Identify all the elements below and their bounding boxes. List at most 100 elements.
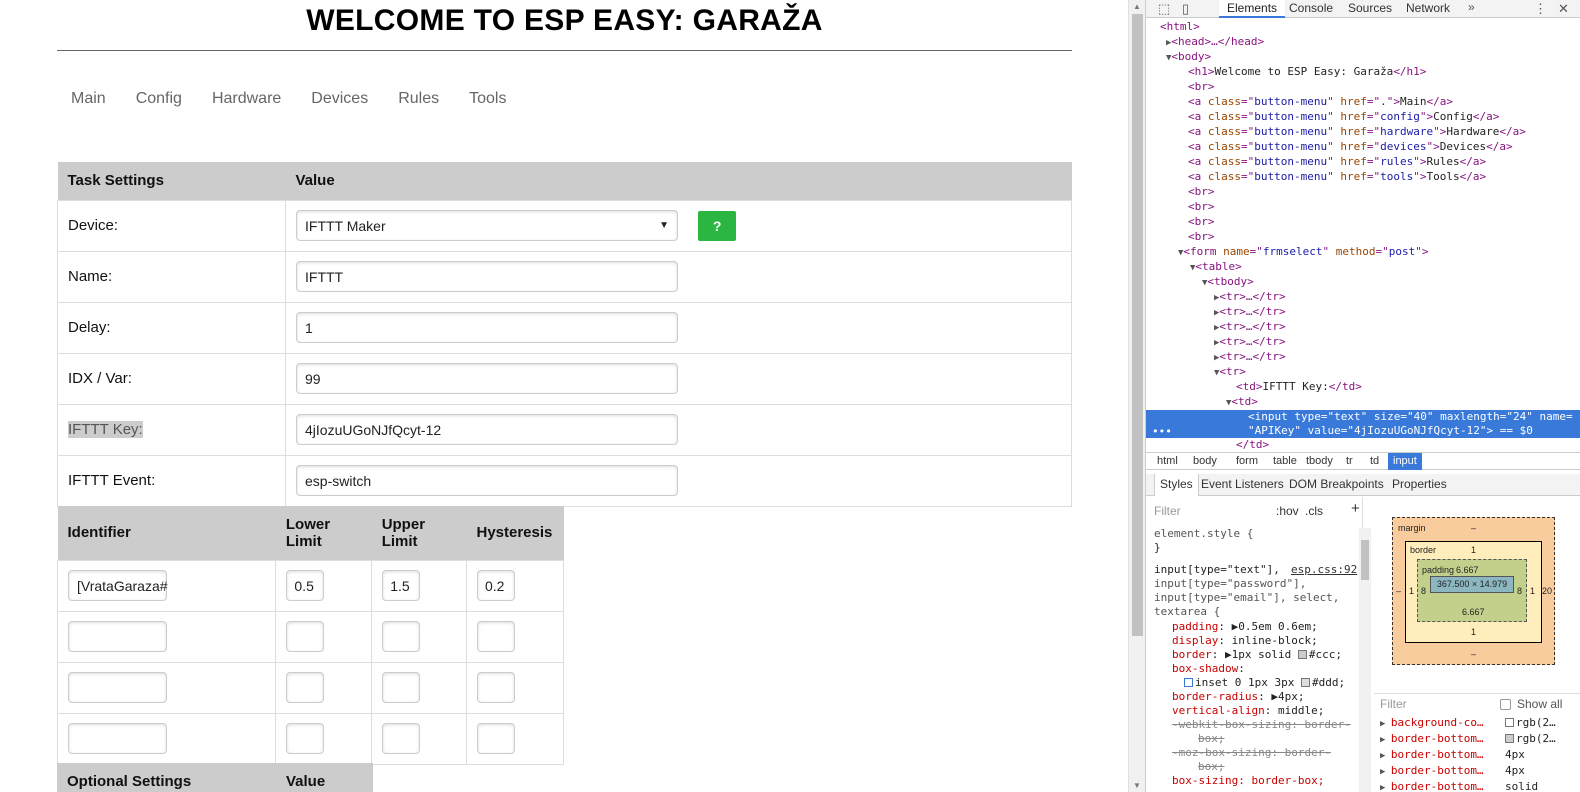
identifier-input[interactable]: [VrataGaraza# — [68, 570, 168, 601]
box-model-content[interactable]: 367.500 × 14.979 — [1430, 576, 1514, 593]
style-property-overridden[interactable]: -moz-box-sizing: border- — [1172, 746, 1331, 760]
hysteresis-input[interactable] — [476, 672, 515, 703]
nav-tools[interactable]: Tools — [455, 88, 520, 110]
nav-hardware[interactable]: Hardware — [198, 88, 295, 110]
inspect-element-icon[interactable]: ⬚ — [1158, 1, 1170, 17]
dom-node-h1[interactable]: <h1>Welcome to ESP Easy: Garaža</h1> — [1146, 65, 1580, 80]
delay-input[interactable]: 1 — [296, 312, 678, 343]
device-select[interactable]: IFTTT Maker ▼ — [296, 210, 678, 241]
lower-limit-input[interactable] — [286, 672, 325, 703]
style-property[interactable]: display: inline-block; — [1172, 634, 1318, 648]
device-toggle-icon[interactable]: ▯ — [1182, 1, 1189, 17]
identifier-input[interactable] — [68, 723, 167, 754]
dom-node-menu-link[interactable]: <a class="button-menu" href="devices">De… — [1146, 140, 1580, 155]
dom-node-tr[interactable]: ▶<tr>…</tr> — [1146, 305, 1580, 320]
hover-state-toggle[interactable]: :hov — [1276, 504, 1299, 518]
dom-node-tr[interactable]: ▼<tr> — [1146, 365, 1580, 380]
upper-limit-input[interactable] — [382, 723, 421, 754]
breadcrumb-input[interactable]: input — [1388, 453, 1422, 470]
hysteresis-input[interactable]: 0.2 — [476, 570, 515, 601]
margin-left-value[interactable]: – — [1396, 586, 1401, 596]
add-rule-icon[interactable]: + — [1351, 500, 1360, 517]
computed-property[interactable]: ▶ border-bottom… 4px — [1380, 764, 1525, 779]
identifier-input[interactable] — [68, 672, 167, 703]
lower-limit-input[interactable] — [286, 723, 325, 754]
page-scrollbar[interactable]: ▲ ▼ — [1128, 0, 1145, 792]
upper-limit-input[interactable]: 1.5 — [382, 570, 421, 601]
dom-node-br[interactable]: <br> — [1146, 215, 1580, 230]
dom-node-head[interactable]: ▶<head>…</head> — [1146, 35, 1580, 50]
computed-property[interactable]: ▶ border-bottom… solid — [1380, 780, 1538, 792]
tab-sources[interactable]: Sources — [1340, 0, 1400, 18]
style-property[interactable]: border: ▶1px solid #ccc; — [1172, 648, 1342, 662]
identifier-input[interactable] — [68, 621, 167, 652]
computed-property[interactable]: ▶ background-co… rgb(2… — [1380, 716, 1556, 731]
nav-devices[interactable]: Devices — [297, 88, 382, 110]
dom-node-tr[interactable]: ▶<tr>…</tr> — [1146, 320, 1580, 335]
margin-bottom-value[interactable]: – — [1471, 649, 1476, 659]
hysteresis-input[interactable] — [476, 621, 515, 652]
breadcrumb-form[interactable]: form — [1231, 453, 1263, 470]
scroll-down-icon[interactable]: ▼ — [1133, 781, 1141, 790]
computed-property[interactable]: ▶ border-bottom… rgb(2… — [1380, 732, 1556, 747]
color-swatch[interactable] — [1300, 678, 1310, 687]
styles-scrollbar[interactable] — [1359, 528, 1371, 792]
dom-node-tbody[interactable]: ▼<tbody> — [1146, 275, 1580, 290]
dom-node-td[interactable]: <td>IFTTT Key:</td> — [1146, 380, 1580, 395]
tab-elements[interactable]: Elements — [1219, 0, 1286, 18]
style-property[interactable]: box-sizing: border-box; — [1172, 774, 1324, 788]
dom-node-tr[interactable]: ▶<tr>…</tr> — [1146, 335, 1580, 350]
shadow-editor-icon[interactable] — [1184, 678, 1193, 687]
dom-node-tr[interactable]: ▶<tr>…</tr> — [1146, 350, 1580, 365]
dom-node-br[interactable]: <br> — [1146, 230, 1580, 245]
breadcrumb-td[interactable]: td — [1365, 453, 1384, 470]
kebab-menu-icon[interactable]: ⋮ — [1534, 1, 1547, 17]
style-property-overridden[interactable]: -webkit-box-sizing: border- — [1172, 718, 1351, 732]
computed-property[interactable]: ▶ border-bottom… 4px — [1380, 748, 1525, 763]
nav-config[interactable]: Config — [122, 88, 196, 110]
padding-right-value[interactable]: 8 — [1517, 586, 1522, 596]
scrollbar-thumb[interactable] — [1361, 540, 1369, 580]
tab-console[interactable]: Console — [1281, 0, 1341, 18]
lower-limit-input[interactable]: 0.5 — [286, 570, 325, 601]
breadcrumb-body[interactable]: body — [1188, 453, 1222, 470]
dom-node-br[interactable]: <br> — [1146, 200, 1580, 215]
class-toggle[interactable]: .cls — [1305, 504, 1323, 518]
color-swatch[interactable] — [1297, 650, 1307, 659]
scroll-up-icon[interactable]: ▲ — [1133, 2, 1141, 11]
nav-rules[interactable]: Rules — [384, 88, 453, 110]
style-property-value[interactable]: inset 0 1px 3px #ddd; — [1184, 676, 1345, 690]
border-top-value[interactable]: 1 — [1471, 545, 1476, 555]
ifttt-event-input[interactable]: esp-switch — [296, 465, 678, 496]
dom-node-td[interactable]: ▼<td> — [1146, 395, 1580, 410]
upper-limit-input[interactable] — [382, 621, 421, 652]
dom-node-form[interactable]: ▼<form name="frmselect" method="post"> — [1146, 245, 1580, 260]
border-left-value[interactable]: 1 — [1409, 586, 1414, 596]
computed-filter-input[interactable]: Filter — [1380, 697, 1407, 711]
margin-top-value[interactable]: – — [1471, 523, 1476, 533]
tab-styles[interactable]: Styles — [1154, 474, 1199, 496]
styles-filter-input[interactable]: Filter — [1154, 504, 1181, 518]
breadcrumb-tbody[interactable]: tbody — [1301, 453, 1338, 470]
dom-node-table[interactable]: ▼<table> — [1146, 260, 1580, 275]
show-all-checkbox[interactable] — [1500, 699, 1511, 710]
dom-node-td-close[interactable]: </td> — [1146, 438, 1580, 453]
style-property[interactable]: box-shadow: — [1172, 662, 1245, 676]
dom-node-menu-link[interactable]: <a class="button-menu" href=".">Main</a> — [1146, 95, 1580, 110]
padding-top-value[interactable]: 6.667 — [1456, 565, 1479, 575]
breadcrumb-tr[interactable]: tr — [1341, 453, 1358, 470]
hysteresis-input[interactable] — [476, 723, 515, 754]
dom-node-menu-link[interactable]: <a class="button-menu" href="tools">Tool… — [1146, 170, 1580, 185]
border-bottom-value[interactable]: 1 — [1471, 627, 1476, 637]
tab-dom-breakpoints[interactable]: DOM Breakpoints — [1284, 474, 1389, 496]
tab-event-listeners[interactable]: Event Listeners — [1196, 474, 1289, 496]
dom-node-html[interactable]: <html> — [1146, 20, 1580, 35]
scrollbar-thumb[interactable] — [1132, 14, 1143, 636]
lower-limit-input[interactable] — [286, 621, 325, 652]
idx-input[interactable]: 99 — [296, 363, 678, 394]
dom-node-body[interactable]: ▼<body> — [1146, 50, 1580, 65]
border-right-value[interactable]: 1 — [1530, 586, 1535, 596]
margin-right-value[interactable]: 20 — [1542, 586, 1552, 596]
dom-node-br[interactable]: <br> — [1146, 80, 1580, 95]
dom-node-tr[interactable]: ▶<tr>…</tr> — [1146, 290, 1580, 305]
